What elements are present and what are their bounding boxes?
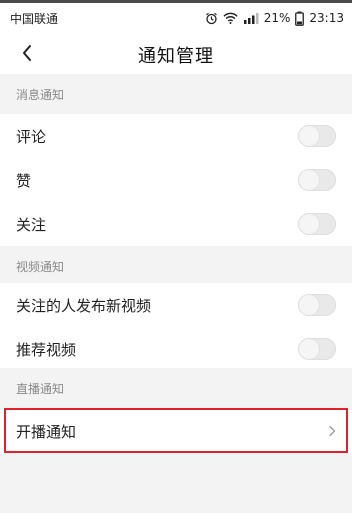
nav-header: 通知管理 [0,36,352,74]
back-button[interactable] [10,38,44,72]
followed-new-video-toggle[interactable] [298,294,336,316]
section-header-live: 直播通知 [0,368,352,408]
setting-label: 赞 [16,171,32,190]
comment-toggle[interactable] [298,125,336,147]
carrier-name: 中国联通 [10,11,59,26]
setting-row-recommended-video[interactable]: 推荐视频 [0,327,352,371]
section-title: 直播通知 [16,381,65,396]
follow-toggle[interactable] [298,213,336,235]
toggle-knob [299,170,319,190]
clock-time: 23:13 [309,11,344,25]
toggle-knob [299,295,319,315]
battery-icon [295,11,305,26]
chevron-right-icon [328,422,336,441]
setting-label: 关注 [16,215,47,234]
alarm-icon [205,12,218,25]
status-bar: 中国联通 21% 23:13 [0,0,352,36]
setting-label: 推荐视频 [16,340,77,359]
status-icons: 21% 23:13 [205,11,344,26]
setting-row-live-start[interactable]: 开播通知 [0,409,352,453]
setting-label: 评论 [16,127,47,146]
toggle-knob [299,126,319,146]
section-title: 消息通知 [16,87,65,102]
setting-row-like[interactable]: 赞 [0,158,352,202]
section-header-video: 视频通知 [0,246,352,286]
phone-screen: 中国联通 21% 23:13 通知管理 消息通知 评论 赞 关注 视频通知 关注… [0,0,352,513]
toggle-knob [299,214,319,234]
page-title: 通知管理 [138,46,214,67]
like-toggle[interactable] [298,169,336,191]
wifi-icon [223,12,238,24]
setting-label: 关注的人发布新视频 [16,296,152,315]
setting-row-comment[interactable]: 评论 [0,114,352,158]
setting-label: 开播通知 [16,422,77,441]
setting-row-follow[interactable]: 关注 [0,202,352,246]
battery-percent: 21% [263,11,291,25]
chevron-left-icon [21,44,33,66]
setting-row-followed-new-video[interactable]: 关注的人发布新视频 [0,283,352,327]
recommended-video-toggle[interactable] [298,338,336,360]
section-header-message: 消息通知 [0,74,352,114]
top-edge [0,0,352,3]
signal-icon [243,12,259,24]
section-title: 视频通知 [16,259,65,274]
toggle-knob [299,339,319,359]
